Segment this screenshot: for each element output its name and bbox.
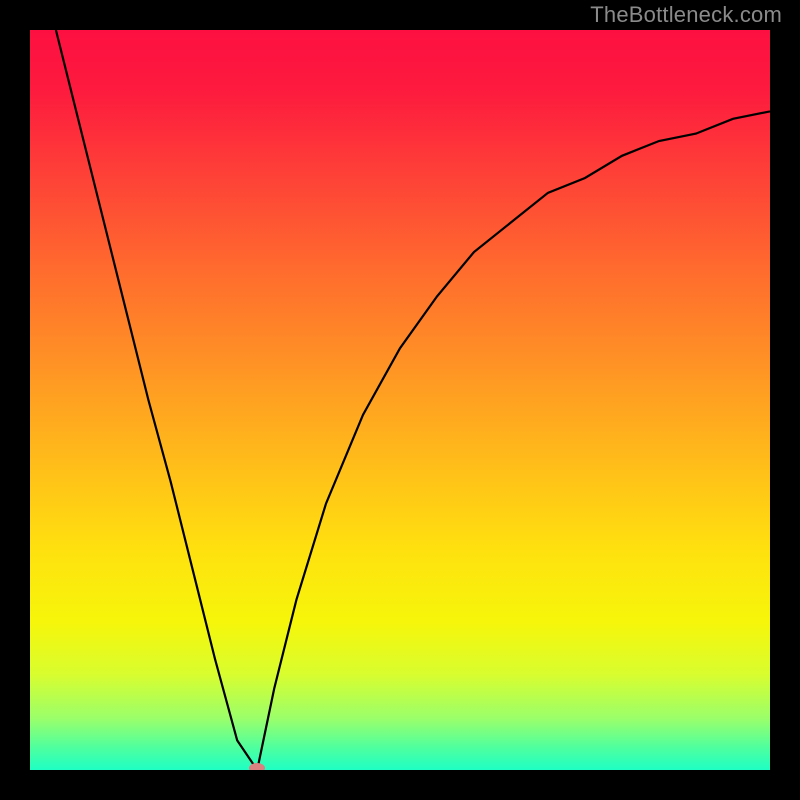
bottleneck-curve (30, 30, 770, 770)
curve-left-branch (56, 30, 257, 770)
chart-container: TheBottleneck.com (0, 0, 800, 800)
watermark-text: TheBottleneck.com (590, 2, 782, 28)
plot-area (30, 30, 770, 770)
curve-right-branch (257, 111, 770, 770)
minimum-marker (249, 763, 265, 770)
